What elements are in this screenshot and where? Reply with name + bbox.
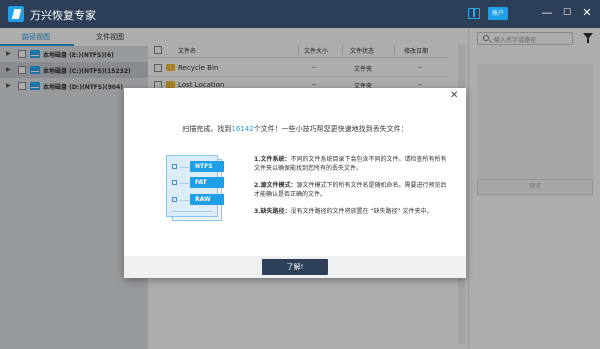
heading-prefix: 扫描完成。找到 xyxy=(182,125,232,133)
ntfs-tag: NTFS xyxy=(190,161,224,172)
scan-complete-dialog: ✕ 扫描完成。找到16142个文件！一些小技巧帮您更快速地找到丢失文件： NTF… xyxy=(124,88,466,278)
tip-item: 2.源文件模式：源文件模式下的所有文件名是随机命名。需要进行预览后才能确认是否正… xyxy=(254,182,450,199)
dialog-heading: 扫描完成。找到16142个文件！一些小技巧帮您更快速地找到丢失文件： xyxy=(124,124,466,134)
tip-item: 3.缺失路径：没有文件路径的文件将放置在 “缺失路径” 文件夹中。 xyxy=(254,208,450,217)
account-button[interactable]: 账户 xyxy=(488,7,508,20)
app-logo-icon xyxy=(8,6,24,22)
tip-title: 2.源文件模式： xyxy=(254,182,297,189)
file-system-illustration: NTFS FAT RAW xyxy=(166,155,226,221)
close-button[interactable]: ✕ xyxy=(580,6,594,20)
heading-suffix: 个文件！一些小技巧帮您更快速地找到丢失文件： xyxy=(253,125,408,133)
text-line xyxy=(172,211,212,212)
raw-tag: RAW xyxy=(190,194,224,205)
tip-title: 3.缺失路径： xyxy=(254,208,291,215)
text-line xyxy=(180,167,189,168)
app-title: 万兴恢复专家 xyxy=(30,9,96,22)
tip-text: 没有文件路径的文件将放置在 “缺失路径” 文件夹中。 xyxy=(290,208,433,215)
file-count: 16142 xyxy=(231,125,254,133)
text-line xyxy=(180,183,189,184)
book-icon[interactable] xyxy=(468,8,480,19)
maximize-button[interactable]: ☐ xyxy=(560,6,574,20)
fat-tag: FAT xyxy=(190,177,224,188)
got-it-button[interactable]: 了解! xyxy=(262,259,328,275)
dialog-footer: 了解! xyxy=(124,256,466,278)
checkbox-icon xyxy=(172,180,177,185)
text-line xyxy=(180,200,189,201)
checkbox-icon xyxy=(172,164,177,169)
tips-list: 1.文件系统：不同的文件系统目录下会包含不同的文件。请检查所有所有文件夹以确保能… xyxy=(254,156,450,226)
minimize-button[interactable]: — xyxy=(540,6,554,20)
checkbox-icon xyxy=(172,197,177,202)
tip-title: 1.文件系统： xyxy=(254,156,291,163)
dialog-close-icon[interactable]: ✕ xyxy=(450,90,458,101)
title-bar: 万兴恢复专家 账户 — ☐ ✕ xyxy=(0,0,600,28)
tip-item: 1.文件系统：不同的文件系统目录下会包含不同的文件。请检查所有所有文件夹以确保能… xyxy=(254,156,450,173)
